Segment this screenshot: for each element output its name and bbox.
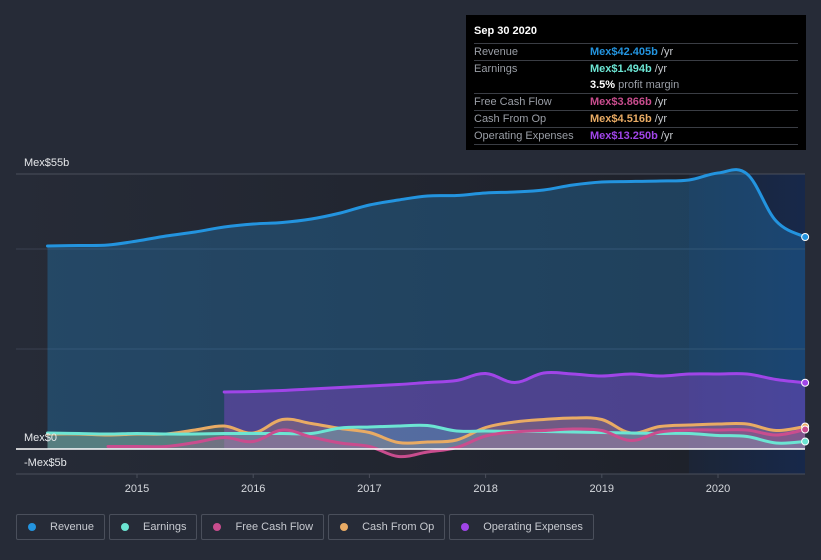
tooltip-value: Mex$1.494b: [590, 63, 652, 75]
profit-margin-value: 3.5%: [590, 79, 616, 91]
tooltip-label: Operating Expenses: [474, 130, 574, 142]
x-tick-label: 2017: [357, 483, 381, 495]
y-label-bottom: -Mex$5b: [24, 457, 67, 469]
endpoint-revenue: [801, 233, 810, 241]
tooltip-label: Cash From Op: [474, 113, 547, 125]
legend-dot-icon: [28, 523, 36, 531]
tooltip-value: Mex$3.866b: [590, 96, 652, 108]
legend: Revenue Earnings Free Cash Flow Cash Fro…: [16, 514, 594, 540]
x-tick-label: 2016: [241, 483, 265, 495]
x-tick-label: 2018: [473, 483, 497, 495]
legend-dot-icon: [340, 523, 349, 531]
endpoint-free-cash-flow: [801, 425, 810, 434]
tooltip-row-profit-margin: 3.5% profit margin: [474, 77, 798, 94]
tooltip-row-free-cash-flow: Free Cash Flow Mex$3.866b /yr: [474, 94, 798, 111]
legend-dot-icon: [121, 523, 130, 531]
tooltip: Sep 30 2020 Revenue Mex$42.405b /yr Earn…: [466, 15, 806, 150]
tooltip-unit: /yr: [654, 63, 667, 75]
y-label-zero: Mex$0: [24, 432, 57, 444]
tooltip-unit: /yr: [660, 130, 674, 142]
tooltip-unit: /yr: [654, 113, 667, 125]
tooltip-date: Sep 30 2020: [474, 23, 798, 44]
legend-item-operating-expenses[interactable]: Operating Expenses: [449, 514, 594, 540]
legend-item-cash-from-op[interactable]: Cash From Op: [328, 514, 446, 540]
tooltip-value: Mex$4.516b: [590, 113, 652, 125]
profit-margin-label: profit margin: [618, 79, 680, 91]
tooltip-unit: /yr: [654, 96, 667, 108]
legend-item-free-cash-flow[interactable]: Free Cash Flow: [201, 514, 325, 540]
legend-label: Revenue: [50, 521, 95, 533]
tooltip-row-cash-from-op: Cash From Op Mex$4.516b /yr: [474, 111, 798, 128]
tooltip-label: Revenue: [474, 46, 519, 58]
tooltip-row-revenue: Revenue Mex$42.405b /yr: [474, 44, 798, 61]
tooltip-row-earnings: Earnings Mex$1.494b /yr: [474, 61, 798, 77]
legend-label: Earnings: [143, 521, 187, 533]
legend-item-revenue[interactable]: Revenue: [16, 514, 106, 540]
x-tick-label: 2020: [706, 483, 730, 495]
tooltip-value: Mex$13.250b: [590, 130, 658, 142]
tooltip-label: Free Cash Flow: [474, 96, 552, 108]
legend-item-earnings[interactable]: Earnings: [109, 514, 198, 540]
endpoint-earnings: [801, 437, 810, 446]
x-tick-label: 2015: [125, 483, 149, 495]
x-axis-ticks: 2015 2016 2017 2018 2019 2020: [125, 474, 730, 495]
tooltip-row-operating-expenses: Operating Expenses Mex$13.250b /yr: [474, 128, 798, 145]
legend-dot-icon: [461, 523, 470, 531]
legend-label: Cash From Op: [362, 521, 435, 533]
legend-label: Operating Expenses: [483, 521, 583, 533]
endpoint-operating-expenses: [801, 378, 810, 387]
tooltip-label: Earnings: [474, 63, 518, 75]
legend-label: Free Cash Flow: [235, 521, 314, 533]
x-tick-label: 2019: [590, 483, 614, 495]
y-label-top: Mex$55b: [24, 157, 69, 169]
tooltip-value: Mex$42.405b: [590, 46, 658, 58]
tooltip-unit: /yr: [660, 46, 674, 58]
legend-dot-icon: [213, 523, 222, 531]
